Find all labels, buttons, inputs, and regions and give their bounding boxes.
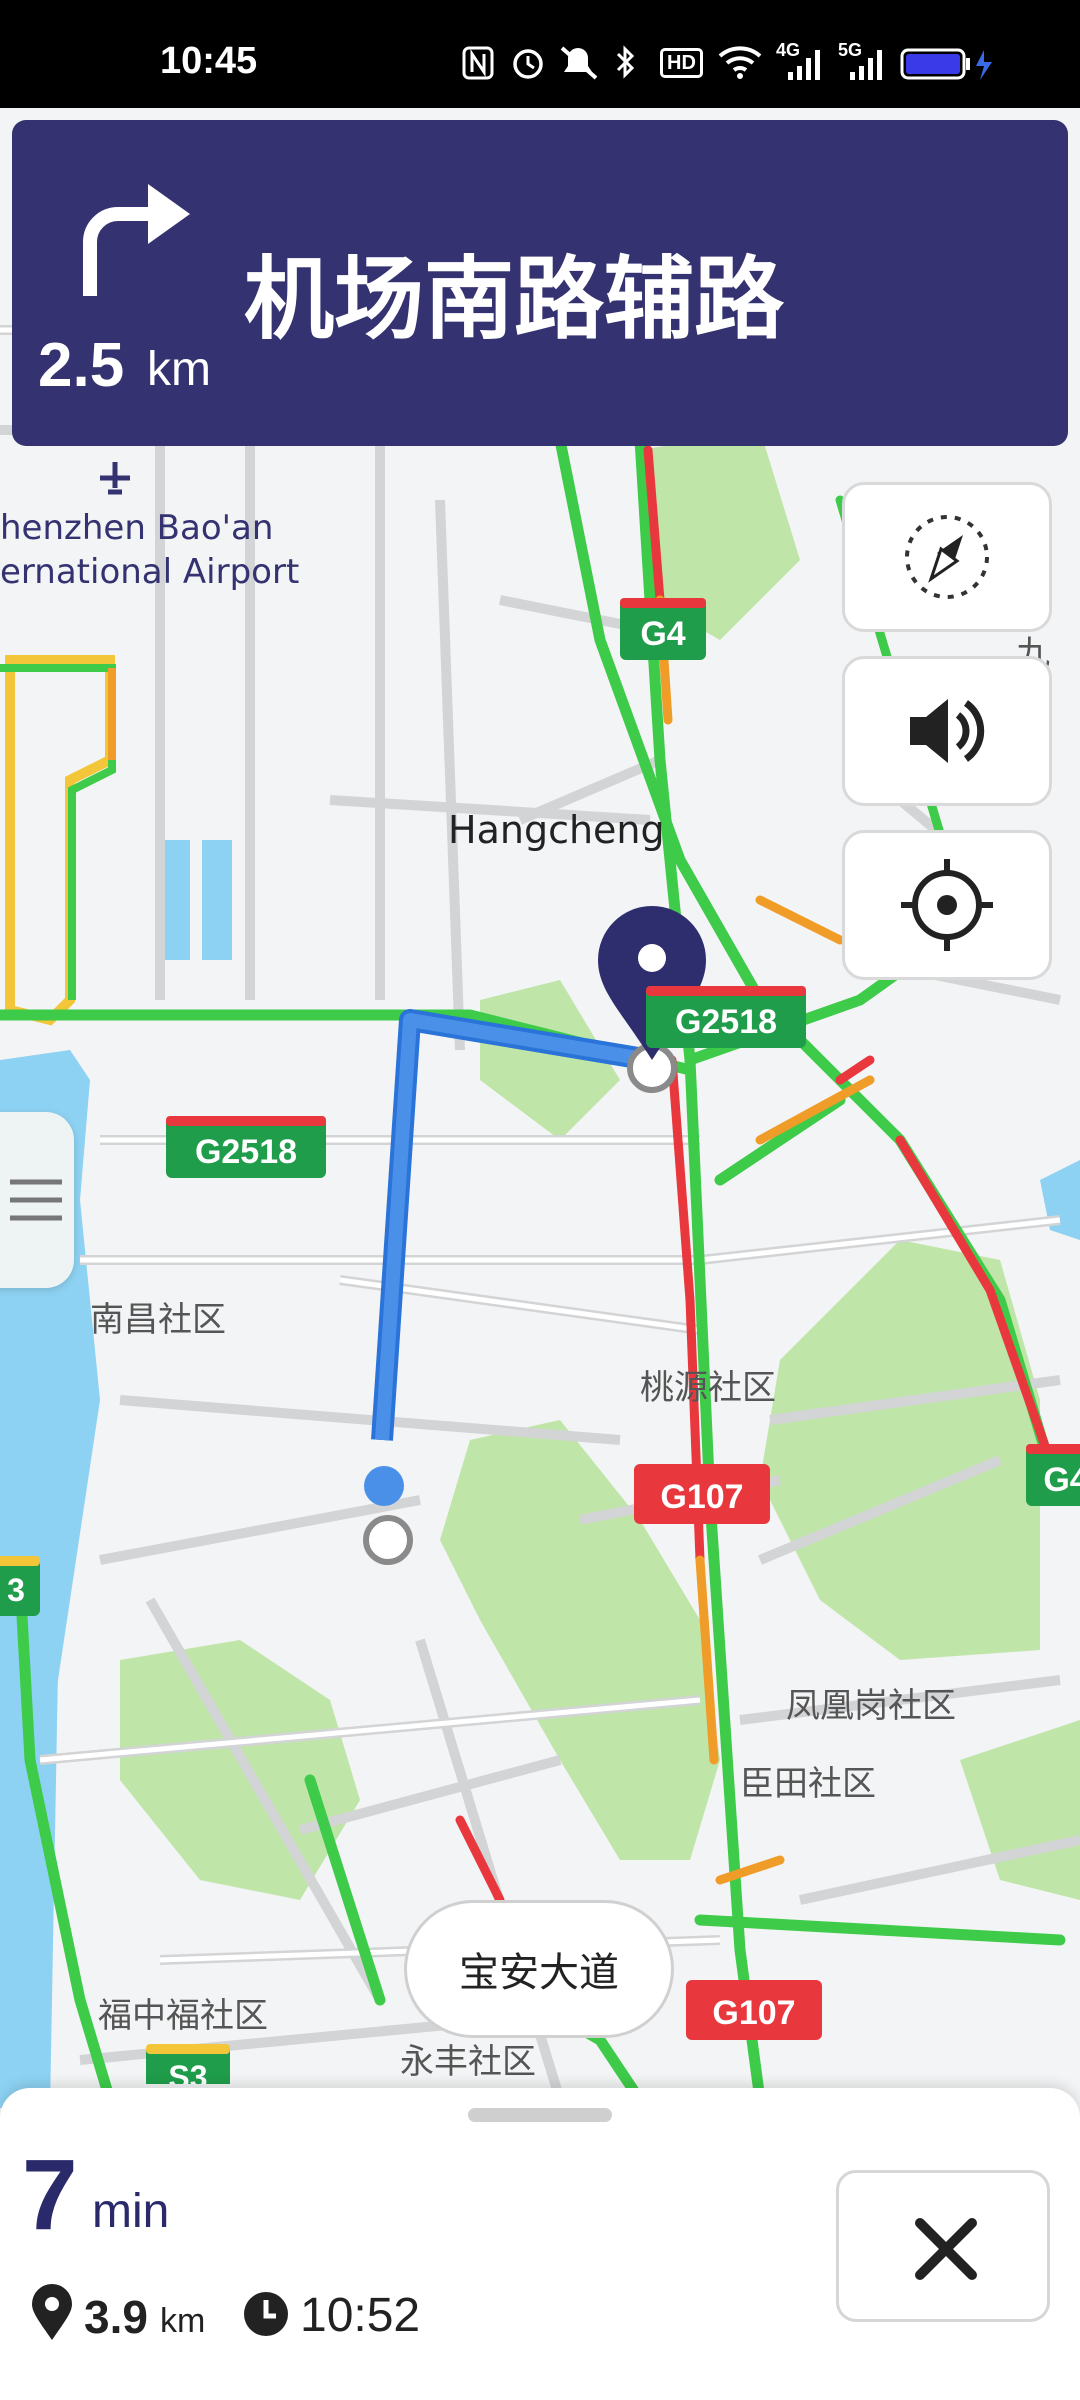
wifi-icon: [718, 46, 762, 79]
nfc-icon: [462, 46, 494, 80]
airport-label: henzhen Bao'an ernational Airport: [0, 506, 299, 594]
svg-text:G107: G107: [660, 1478, 743, 1516]
svg-text:G2518: G2518: [195, 1133, 297, 1171]
locate-icon: [901, 859, 993, 951]
next-turn-distance-unit: km: [147, 343, 211, 396]
close-icon: [915, 2218, 977, 2280]
sheet-drag-handle[interactable]: [468, 2108, 612, 2122]
mute-icon: [560, 46, 598, 80]
remaining-distance-unit: km: [160, 2302, 206, 2340]
hd-icon: HD: [660, 48, 703, 78]
status-bar: 10:45 HD 4G 5G: [0, 0, 1080, 108]
place-nanchang: 南昌社区: [90, 1301, 226, 1339]
svg-text:S3: S3: [168, 2059, 207, 2084]
shield-g4-top: G4: [620, 598, 706, 660]
eta-minutes-unit: min: [92, 2185, 170, 2238]
arrival-time: 10:52: [300, 2289, 421, 2342]
shield-g4-edge: G4: [1026, 1444, 1080, 1506]
side-menu-tab[interactable]: [0, 1112, 74, 1288]
locate-button[interactable]: [842, 830, 1052, 980]
start-marker: [363, 1515, 413, 1565]
place-hangcheng: Hangcheng: [448, 808, 665, 852]
eta-minutes: 7: [22, 2139, 78, 2251]
alarm-icon: [513, 49, 543, 79]
volume-button[interactable]: [842, 656, 1052, 806]
airport-label-line2: ernational Airport: [0, 552, 300, 592]
shield-s3-edge: 3: [0, 1556, 40, 1616]
clock-icon: [244, 2292, 288, 2336]
trip-summary-sheet[interactable]: 7 min 3.9 km 10:52: [0, 2088, 1080, 2400]
shield-g107-bottom: G107: [686, 1980, 822, 2040]
svg-text:G4: G4: [640, 615, 685, 653]
volume-icon: [910, 699, 985, 763]
svg-text:G107: G107: [712, 1994, 795, 2032]
bluetooth-icon: [616, 45, 635, 79]
shield-g2518-right: G2518: [646, 986, 806, 1048]
current-street-chip: 宝安大道: [404, 1900, 674, 2038]
svg-text:G2518: G2518: [675, 1003, 777, 1041]
signal-4g-icon: [788, 50, 820, 80]
direction-banner[interactable]: 机场南路辅路 2.5 km: [12, 120, 1068, 446]
status-time: 10:45: [160, 40, 258, 82]
svg-text:3: 3: [7, 1572, 25, 1608]
place-fuzhongfu: 福中福社区: [98, 1997, 268, 2035]
remaining-distance: 3.9: [84, 2291, 148, 2343]
next-turn-distance: 2.5: [38, 331, 125, 400]
svg-text:G4: G4: [1043, 1461, 1080, 1499]
current-position-dot: [364, 1466, 404, 1506]
shield-g107-mid: G107: [634, 1464, 770, 1524]
compass-icon: [905, 515, 989, 599]
shield-g2518-left: G2518: [166, 1116, 326, 1178]
place-chentian: 臣田社区: [740, 1765, 876, 1803]
place-fenghuanggang: 凤凰岗社区: [786, 1687, 956, 1725]
menu-icon: [10, 1179, 62, 1221]
signal-5g-icon: [850, 50, 882, 80]
end-navigation-button[interactable]: [836, 2170, 1050, 2322]
shield-s3-bottom: S3: [146, 2044, 230, 2084]
next-street-name: 机场南路辅路: [244, 247, 784, 352]
place-taoyuan: 桃源社区: [640, 1369, 776, 1407]
battery-icon: [900, 48, 992, 80]
distance-pin-icon: [32, 2284, 72, 2340]
airport-label-line1: henzhen Bao'an: [0, 508, 274, 548]
compass-button[interactable]: [842, 482, 1052, 632]
place-yongfeng: 永丰社区: [400, 2043, 536, 2081]
turn-right-icon: [83, 184, 190, 296]
